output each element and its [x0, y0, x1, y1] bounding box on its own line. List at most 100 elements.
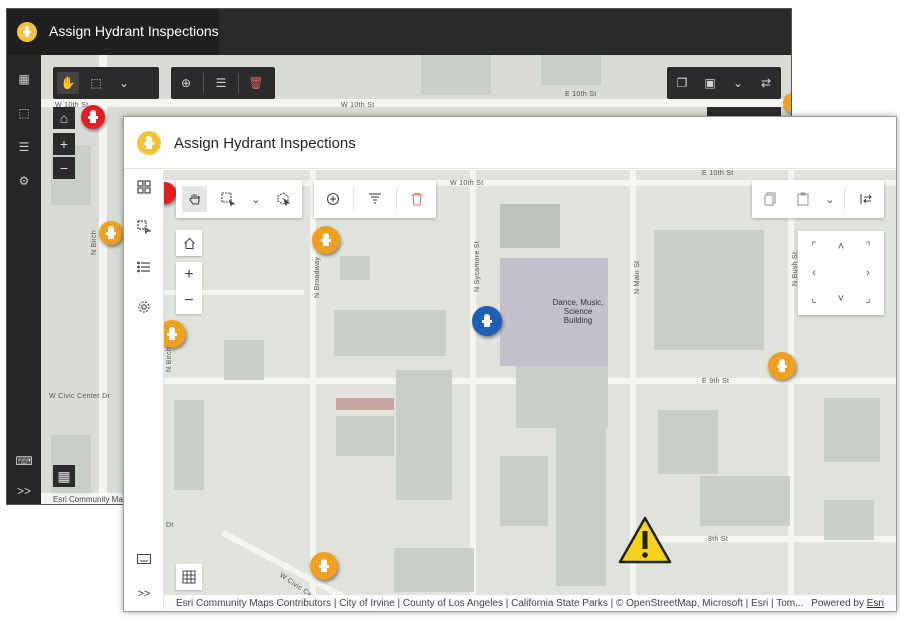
add-icon[interactable]: ⊕: [175, 72, 197, 94]
street-label: W 10th St: [341, 102, 375, 109]
pan-down-icon[interactable]: ˅: [831, 289, 851, 309]
building: [824, 500, 874, 540]
building: [556, 426, 606, 586]
hydrant-marker-red[interactable]: [81, 105, 105, 129]
layer-list-icon[interactable]: ▦: [14, 69, 34, 89]
pan-tool-icon[interactable]: [182, 186, 208, 212]
street-label: N Main St: [634, 260, 641, 294]
lasso-select-icon[interactable]: [271, 186, 296, 212]
pan-tool-icon[interactable]: ✋: [57, 72, 79, 94]
street-label: E 9th St: [702, 378, 730, 385]
zoom-in-button[interactable]: +: [53, 133, 75, 155]
pan-up-left-icon[interactable]: ⌜: [804, 237, 824, 257]
paste-icon[interactable]: [791, 186, 816, 212]
street-label: E 10th St: [565, 91, 597, 98]
zoom-in-button[interactable]: +: [176, 262, 202, 288]
chevron-down-icon[interactable]: ⌄: [249, 186, 263, 212]
powered-by: Powered by Esri: [811, 595, 884, 611]
building: [500, 204, 560, 248]
street-label: Dr: [166, 522, 174, 529]
swap-icon[interactable]: [853, 186, 878, 212]
pan-left-icon[interactable]: ‹: [804, 263, 824, 283]
navigation-pad: ⌜ ˄ ⌝ ‹ › ⌞ ˅ ⌟: [798, 231, 884, 315]
basemap-gallery-button[interactable]: [176, 564, 202, 590]
building: [500, 456, 548, 526]
settings-icon[interactable]: [132, 298, 156, 322]
chevron-down-icon[interactable]: ⌄: [727, 72, 749, 94]
hydrant-marker-orange[interactable]: [310, 552, 338, 580]
pan-up-right-icon[interactable]: ⌝: [858, 237, 878, 257]
back-right-toolbar: ❐ ▣ ⌄ ⇄: [667, 67, 781, 99]
zoom-out-button[interactable]: −: [53, 157, 75, 179]
street-label: 8th St: [708, 536, 729, 543]
hydrant-marker-orange[interactable]: [768, 352, 796, 380]
copy-icon[interactable]: [758, 186, 783, 212]
filter-icon[interactable]: [362, 186, 387, 212]
pan-right-icon[interactable]: ›: [858, 263, 878, 283]
street-label: W 10th St: [450, 180, 484, 187]
building: [336, 398, 394, 410]
app-title: Assign Hydrant Inspections: [174, 135, 356, 152]
hydrant-marker-blue[interactable]: [472, 306, 502, 336]
building: [658, 410, 718, 474]
delete-icon[interactable]: [405, 186, 430, 212]
street-label: N Sycamore St: [474, 241, 481, 292]
street-label: N Birch: [166, 346, 173, 372]
add-icon[interactable]: [320, 186, 345, 212]
building: [824, 398, 880, 462]
building: [516, 366, 608, 428]
delete-icon[interactable]: 🗑: [245, 72, 267, 94]
back-selection-toolbar: ✋ ⬚ ⌄: [53, 67, 159, 99]
home-button[interactable]: [176, 230, 202, 256]
rectangle-select-icon[interactable]: ⬚: [85, 72, 107, 94]
keyboard-icon[interactable]: ⌨: [14, 451, 34, 471]
select-tool-icon[interactable]: [132, 218, 156, 242]
attribution-text: Esri Community Maps Contributors | City …: [176, 598, 804, 609]
zoom-out-button[interactable]: −: [176, 288, 202, 314]
paste-icon[interactable]: ▣: [699, 72, 721, 94]
basemap-gallery-button[interactable]: ▦: [53, 465, 75, 487]
list-icon[interactable]: ☰: [14, 137, 34, 157]
home-button[interactable]: ⌂: [53, 107, 75, 129]
back-action-toolbar: ⊕ ☰ 🗑: [171, 67, 275, 99]
street-label: N Birch: [91, 229, 98, 255]
settings-icon[interactable]: ⚙: [14, 171, 34, 191]
warning-icon[interactable]: [618, 516, 672, 564]
building: [336, 416, 394, 456]
building: [396, 370, 452, 500]
action-toolbar: [314, 180, 436, 218]
building: [654, 230, 764, 350]
back-sidebar: ▦ ⬚ ☰ ⚙ ⌨ >>: [7, 55, 41, 504]
map-view[interactable]: W 10th St E 10th St N Broadway N Sycamor…: [164, 170, 896, 611]
layer-list-icon[interactable]: [132, 178, 156, 202]
pan-down-left-icon[interactable]: ⌞: [804, 289, 824, 309]
building: [334, 310, 446, 356]
street-label: E 10th St: [702, 170, 734, 177]
hydrant-marker-orange[interactable]: [164, 320, 186, 348]
expand-button[interactable]: >>: [14, 481, 34, 501]
building: [340, 256, 370, 280]
select-tool-icon[interactable]: ⬚: [14, 103, 34, 123]
hydrant-marker-orange[interactable]: [312, 226, 340, 254]
pan-down-right-icon[interactable]: ⌟: [858, 289, 878, 309]
selection-toolbar: ⌄: [176, 180, 302, 218]
building: [421, 55, 491, 95]
rectangle-select-icon[interactable]: [215, 186, 240, 212]
building-label: Dance, Music, Science Building: [552, 298, 604, 325]
esri-link[interactable]: Esri: [867, 598, 884, 609]
chevron-down-icon[interactable]: ⌄: [823, 186, 836, 212]
list-icon[interactable]: [132, 258, 156, 282]
building: [700, 476, 790, 526]
back-header: Assign Hydrant Inspections: [7, 9, 219, 55]
copy-icon[interactable]: ❐: [671, 72, 693, 94]
app-title: Assign Hydrant Inspections: [49, 23, 219, 39]
hydrant-marker-orange[interactable]: [99, 221, 123, 245]
hydrant-logo-icon: [17, 22, 37, 42]
chevron-down-icon[interactable]: ⌄: [113, 72, 135, 94]
building: [174, 400, 204, 490]
filter-icon[interactable]: ☰: [210, 72, 232, 94]
swap-icon[interactable]: ⇄: [755, 72, 777, 94]
keyboard-icon[interactable]: [132, 548, 156, 572]
expand-sidebar-button[interactable]: >>: [132, 582, 156, 606]
pan-up-icon[interactable]: ˄: [831, 237, 851, 257]
